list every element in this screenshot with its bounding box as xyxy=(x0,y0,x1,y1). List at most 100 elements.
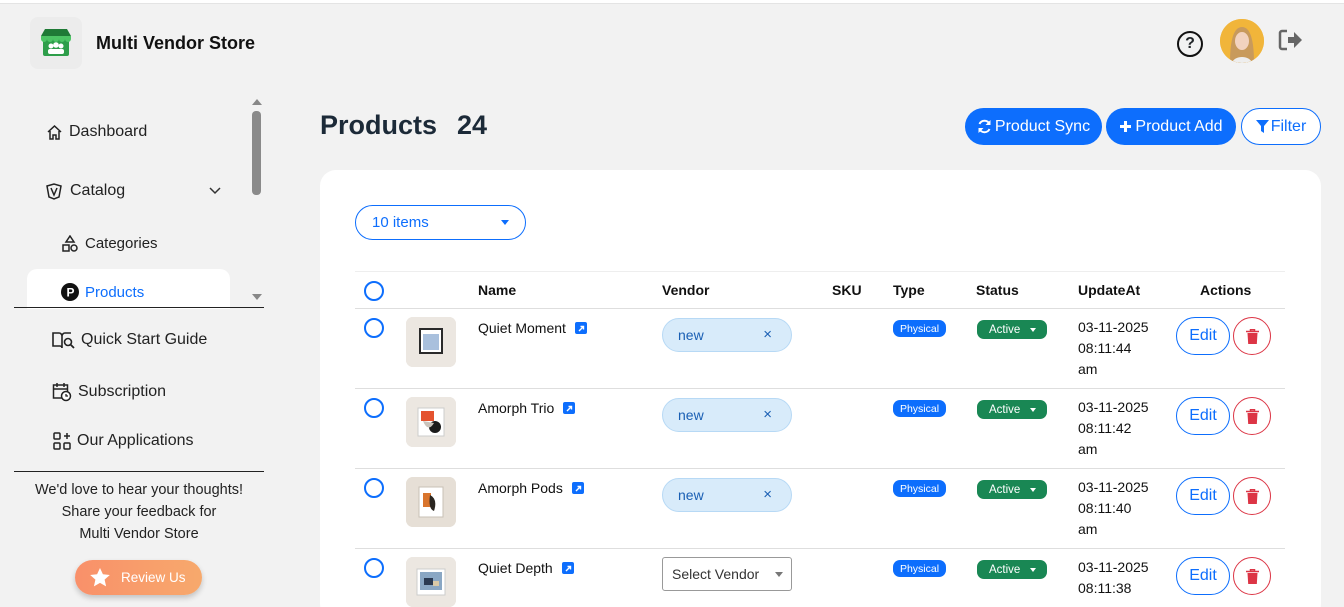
product-thumbnail xyxy=(406,557,456,607)
brand: Multi Vendor Store xyxy=(30,17,255,69)
sidebar-item-label: Subscription xyxy=(78,383,167,400)
home-icon xyxy=(47,124,62,140)
plus-icon xyxy=(1120,121,1132,132)
star-icon xyxy=(90,568,110,587)
delete-button[interactable] xyxy=(1233,557,1271,595)
sidebar-item-applications[interactable]: Our Applications xyxy=(53,432,194,450)
sidebar-item-dashboard[interactable]: Dashboard xyxy=(46,123,147,141)
sidebar-item-label: Our Applications xyxy=(77,432,194,449)
svg-text:P: P xyxy=(67,286,75,300)
product-count: 24 xyxy=(457,110,488,140)
status-badge[interactable]: Active xyxy=(977,560,1047,579)
external-link-icon[interactable] xyxy=(561,562,574,574)
product-thumbnail xyxy=(406,397,456,447)
caret-down-icon xyxy=(1030,488,1036,492)
product-add-button[interactable]: Product Add xyxy=(1106,108,1236,145)
column-type[interactable]: Type xyxy=(893,282,925,298)
remove-vendor-icon[interactable]: × xyxy=(763,486,772,503)
sync-icon xyxy=(978,119,991,134)
scroll-thumb[interactable] xyxy=(252,111,261,195)
app-name: Multi Vendor Store xyxy=(96,32,256,53)
row-checkbox[interactable] xyxy=(364,398,384,418)
sidebar-item-label: Catalog xyxy=(70,182,126,199)
trash-icon xyxy=(1245,328,1259,344)
row-divider xyxy=(355,388,1285,389)
sidebar-item-catalog[interactable]: Catalog xyxy=(44,182,227,200)
column-status[interactable]: Status xyxy=(976,282,1019,298)
trash-icon xyxy=(1245,408,1259,424)
sidebar-item-subscription[interactable]: Subscription xyxy=(52,382,166,402)
page-title: Products 24 xyxy=(320,110,488,140)
product-name[interactable]: Quiet Depth xyxy=(478,560,574,576)
sidebar-item-label: Dashboard xyxy=(69,123,148,140)
row-divider xyxy=(355,468,1285,469)
avatar[interactable] xyxy=(1220,19,1264,63)
sidebar-item-products[interactable]: P Products xyxy=(61,283,144,301)
product-name[interactable]: Amorph Trio xyxy=(478,400,576,416)
edit-button[interactable]: Edit xyxy=(1176,557,1230,595)
vendor-tag[interactable]: new × xyxy=(662,398,792,432)
type-badge: Physical xyxy=(893,320,946,337)
divider xyxy=(14,471,264,472)
type-badge: Physical xyxy=(893,560,946,577)
caret-down-icon xyxy=(1030,328,1036,332)
status-badge[interactable]: Active xyxy=(977,480,1047,499)
header-actions: ? xyxy=(1170,19,1304,63)
product-thumbnail xyxy=(406,477,456,527)
row-checkbox[interactable] xyxy=(364,318,384,338)
product-p-icon: P xyxy=(61,283,79,301)
select-all-checkbox[interactable] xyxy=(364,281,384,301)
scroll-up-icon[interactable] xyxy=(252,99,262,105)
updated-at: 03-11-2025 08:11:40 am xyxy=(1078,479,1149,537)
help-icon[interactable]: ? xyxy=(1177,30,1203,57)
edit-button[interactable]: Edit xyxy=(1176,477,1230,515)
delete-button[interactable] xyxy=(1233,317,1271,355)
vendor-select[interactable]: Select Vendor xyxy=(662,557,792,591)
product-sync-button[interactable]: Product Sync xyxy=(965,108,1102,145)
vendor-tag[interactable]: new × xyxy=(662,478,792,512)
product-thumbnail xyxy=(406,317,456,367)
column-vendor[interactable]: Vendor xyxy=(662,282,709,298)
items-per-page-select[interactable]: 10 items xyxy=(355,205,526,240)
sidebar-item-categories[interactable]: Categories xyxy=(61,235,158,252)
product-name[interactable]: Amorph Pods xyxy=(478,480,584,496)
shapes-icon xyxy=(62,235,78,252)
status-badge[interactable]: Active xyxy=(977,400,1047,419)
updated-at: 03-11-2025 08:11:42 am xyxy=(1078,399,1149,457)
trash-icon xyxy=(1245,488,1259,504)
delete-button[interactable] xyxy=(1233,397,1271,435)
caret-down-icon xyxy=(1030,408,1036,412)
top-border xyxy=(0,0,1344,4)
catalog-icon xyxy=(46,182,62,200)
filter-icon xyxy=(1255,120,1269,133)
vendor-tag[interactable]: new × xyxy=(662,318,792,352)
column-name[interactable]: Name xyxy=(478,282,516,298)
sidebar-item-label: Products xyxy=(85,283,145,301)
status-badge[interactable]: Active xyxy=(977,320,1047,339)
sidebar-item-quick-start[interactable]: Quick Start Guide xyxy=(51,330,207,350)
updated-at: 03-11-2025 08:11:38 xyxy=(1078,559,1149,596)
delete-button[interactable] xyxy=(1233,477,1271,515)
review-us-button[interactable]: Review Us xyxy=(75,560,202,595)
caret-down-icon xyxy=(501,220,509,225)
filter-button[interactable]: Filter xyxy=(1241,108,1321,145)
logout-icon[interactable] xyxy=(1278,28,1304,57)
external-link-icon[interactable] xyxy=(571,482,584,494)
row-checkbox[interactable] xyxy=(364,558,384,578)
scroll-down-icon[interactable] xyxy=(252,294,262,300)
calendar-clock-icon xyxy=(52,383,72,402)
remove-vendor-icon[interactable]: × xyxy=(763,326,772,343)
chevron-down-icon[interactable] xyxy=(209,187,221,195)
divider xyxy=(14,307,264,308)
caret-down-icon xyxy=(775,572,783,577)
column-sku[interactable]: SKU xyxy=(832,282,862,298)
remove-vendor-icon[interactable]: × xyxy=(763,406,772,423)
column-updateat[interactable]: UpdateAt xyxy=(1078,282,1140,298)
sidebar-item-label: Categories xyxy=(85,235,158,252)
edit-button[interactable]: Edit xyxy=(1176,317,1230,355)
external-link-icon[interactable] xyxy=(574,322,587,334)
row-checkbox[interactable] xyxy=(364,478,384,498)
external-link-icon[interactable] xyxy=(563,402,576,414)
product-name[interactable]: Quiet Moment xyxy=(478,320,587,336)
edit-button[interactable]: Edit xyxy=(1176,397,1230,435)
